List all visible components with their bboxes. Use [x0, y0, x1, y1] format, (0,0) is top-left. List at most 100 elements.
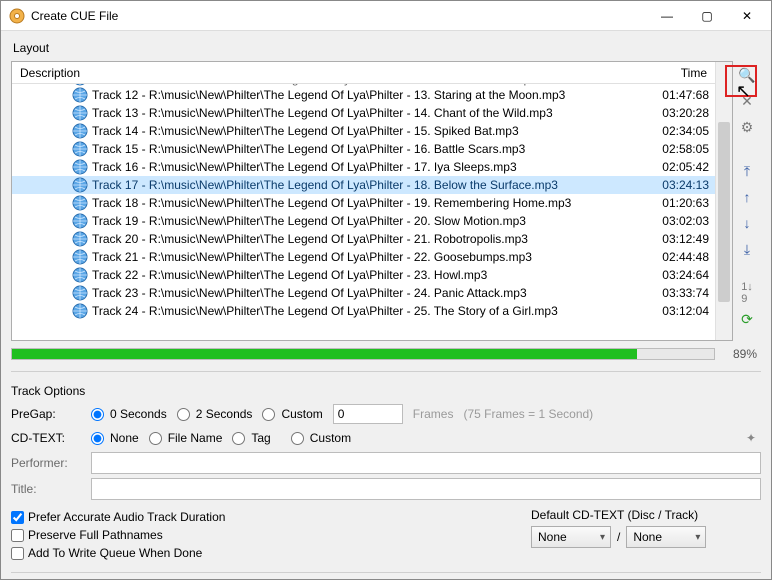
track-desc: Track 19 - R:\music\New\Philter\The Lege… — [92, 214, 645, 228]
track-icon — [72, 285, 88, 301]
cdtext-custom-radio[interactable] — [291, 432, 304, 445]
cdtext-label: CD-TEXT: — [11, 431, 81, 445]
pregap-2sec-radio[interactable] — [177, 408, 190, 421]
progress-percent: 89% — [721, 347, 761, 361]
track-time: 03:20:28 — [645, 106, 715, 120]
check-accurate-box[interactable] — [11, 511, 24, 524]
table-row[interactable]: Track 20 - R:\music\New\Philter\The Lege… — [12, 230, 715, 248]
track-desc: Track 13 - R:\music\New\Philter\The Lege… — [92, 106, 645, 120]
track-time: 03:24:13 — [645, 178, 715, 192]
divider — [11, 371, 761, 372]
pregap-2sec[interactable]: 2 Seconds — [177, 407, 253, 421]
pregap-0sec-radio[interactable] — [91, 408, 104, 421]
check-accurate[interactable]: Prefer Accurate Audio Track Duration — [11, 508, 511, 526]
table-row[interactable]: Track 15 - R:\music\New\Philter\The Lege… — [12, 140, 715, 158]
title-input[interactable] — [91, 478, 761, 500]
track-time: 03:02:03 — [645, 214, 715, 228]
table-row[interactable]: Track 22 - R:\music\New\Philter\The Lege… — [12, 266, 715, 284]
check-paths[interactable]: Preserve Full Pathnames — [11, 526, 511, 544]
move-bottom-icon[interactable]: ⤓ — [737, 239, 757, 259]
track-desc: Track 18 - R:\music\New\Philter\The Lege… — [92, 196, 645, 210]
move-top-icon[interactable]: ⤒ — [737, 161, 757, 181]
track-time: 03:24:60 — [645, 84, 715, 86]
track-desc: Track 22 - R:\music\New\Philter\The Lege… — [92, 268, 645, 282]
table-row[interactable]: Track 23 - R:\music\New\Philter\The Lege… — [12, 284, 715, 302]
maximize-button[interactable]: ▢ — [687, 2, 727, 30]
app-icon — [9, 8, 25, 24]
default-cdtext-label: Default CD-TEXT (Disc / Track) — [531, 508, 761, 522]
track-desc: Track 14 - R:\music\New\Philter\The Lege… — [92, 124, 645, 138]
track-desc: Track 16 - R:\music\New\Philter\The Lege… — [92, 160, 645, 174]
track-time: 02:34:05 — [645, 124, 715, 138]
progress-bar — [11, 348, 715, 360]
track-icon — [72, 177, 88, 193]
table-row[interactable]: Track 16 - R:\music\New\Philter\The Lege… — [12, 158, 715, 176]
progress-fill — [12, 349, 637, 359]
track-icon — [72, 87, 88, 103]
pregap-label: PreGap: — [11, 407, 81, 421]
table-row[interactable]: Track 14 - R:\music\New\Philter\The Lege… — [12, 122, 715, 140]
check-paths-box[interactable] — [11, 529, 24, 542]
sort-icon[interactable]: 1↓9 — [737, 283, 757, 303]
wand-icon[interactable]: ✦ — [741, 428, 761, 448]
scrollbar-thumb[interactable] — [718, 122, 730, 302]
pregap-custom-radio[interactable] — [262, 408, 275, 421]
close-button[interactable]: ✕ — [727, 2, 767, 30]
pregap-row: PreGap: 0 Seconds 2 Seconds Custom Frame… — [11, 404, 761, 424]
frames-input[interactable] — [333, 404, 403, 424]
cdtext-custom[interactable]: Custom — [291, 431, 351, 445]
window-title: Create CUE File — [31, 9, 647, 23]
track-time: 03:33:74 — [645, 286, 715, 300]
pregap-custom[interactable]: Custom — [262, 407, 322, 421]
cdtext-none-radio[interactable] — [91, 432, 104, 445]
default-cd-track-select[interactable]: None — [626, 526, 706, 548]
track-desc: Track 21 - R:\music\New\Philter\The Lege… — [92, 250, 645, 264]
create-cue-window: Create CUE File — ▢ ✕ Layout Description… — [0, 0, 772, 580]
table-row[interactable]: Irack 11 - K:\music\New\Philter\Ihe Lege… — [12, 84, 715, 86]
check-queue-box[interactable] — [11, 547, 24, 560]
cdtext-filename[interactable]: File Name — [149, 431, 223, 445]
table-row[interactable]: Track 13 - R:\music\New\Philter\The Lege… — [12, 104, 715, 122]
refresh-icon[interactable]: ⟳ — [737, 309, 757, 329]
col-description[interactable]: Description — [12, 66, 645, 80]
default-cd-disc-select[interactable]: None — [531, 526, 611, 548]
minimize-button[interactable]: — — [647, 2, 687, 30]
track-icon — [72, 249, 88, 265]
title-row: Title: — [11, 478, 761, 500]
cdtext-tag-radio[interactable] — [232, 432, 245, 445]
track-desc: Track 15 - R:\music\New\Philter\The Lege… — [92, 142, 645, 156]
search-icon[interactable]: 🔍 — [737, 65, 757, 85]
track-time: 02:58:05 — [645, 142, 715, 156]
cdtext-none[interactable]: None — [91, 431, 139, 445]
move-down-icon[interactable]: ↓ — [737, 213, 757, 233]
track-desc: Track 12 - R:\music\New\Philter\The Lege… — [92, 88, 645, 102]
cdtext-filename-radio[interactable] — [149, 432, 162, 445]
table-row[interactable]: Track 18 - R:\music\New\Philter\The Lege… — [12, 194, 715, 212]
layout-label: Layout — [13, 41, 761, 55]
titlebar: Create CUE File — ▢ ✕ — [1, 1, 771, 31]
scrollbar-vertical[interactable] — [715, 62, 732, 340]
table-row[interactable]: Track 24 - R:\music\New\Philter\The Lege… — [12, 302, 715, 320]
remove-icon[interactable]: ✕ — [737, 91, 757, 111]
table-row[interactable]: Track 21 - R:\music\New\Philter\The Lege… — [12, 248, 715, 266]
track-time: 01:20:63 — [645, 196, 715, 210]
track-desc: Track 17 - R:\music\New\Philter\The Lege… — [92, 178, 645, 192]
performer-row: Performer: — [11, 452, 761, 474]
check-queue[interactable]: Add To Write Queue When Done — [11, 544, 511, 562]
track-icon — [72, 159, 88, 175]
move-up-icon[interactable]: ↑ — [737, 187, 757, 207]
pregap-0sec[interactable]: 0 Seconds — [91, 407, 167, 421]
track-desc: Track 23 - R:\music\New\Philter\The Lege… — [92, 286, 645, 300]
settings-icon[interactable]: ⚙ — [737, 117, 757, 137]
track-time: 02:05:42 — [645, 160, 715, 174]
table-row[interactable]: Track 12 - R:\music\New\Philter\The Lege… — [12, 86, 715, 104]
table-row[interactable]: Track 17 - R:\music\New\Philter\The Lege… — [12, 176, 715, 194]
col-time[interactable]: Time — [645, 66, 715, 80]
default-cd-separator: / — [617, 530, 620, 544]
performer-input[interactable] — [91, 452, 761, 474]
cdtext-tag[interactable]: Tag — [232, 431, 270, 445]
table-row[interactable]: Track 19 - R:\music\New\Philter\The Lege… — [12, 212, 715, 230]
table-header: Description Time — [12, 62, 715, 84]
track-icon — [72, 84, 88, 86]
track-time: 03:24:64 — [645, 268, 715, 282]
